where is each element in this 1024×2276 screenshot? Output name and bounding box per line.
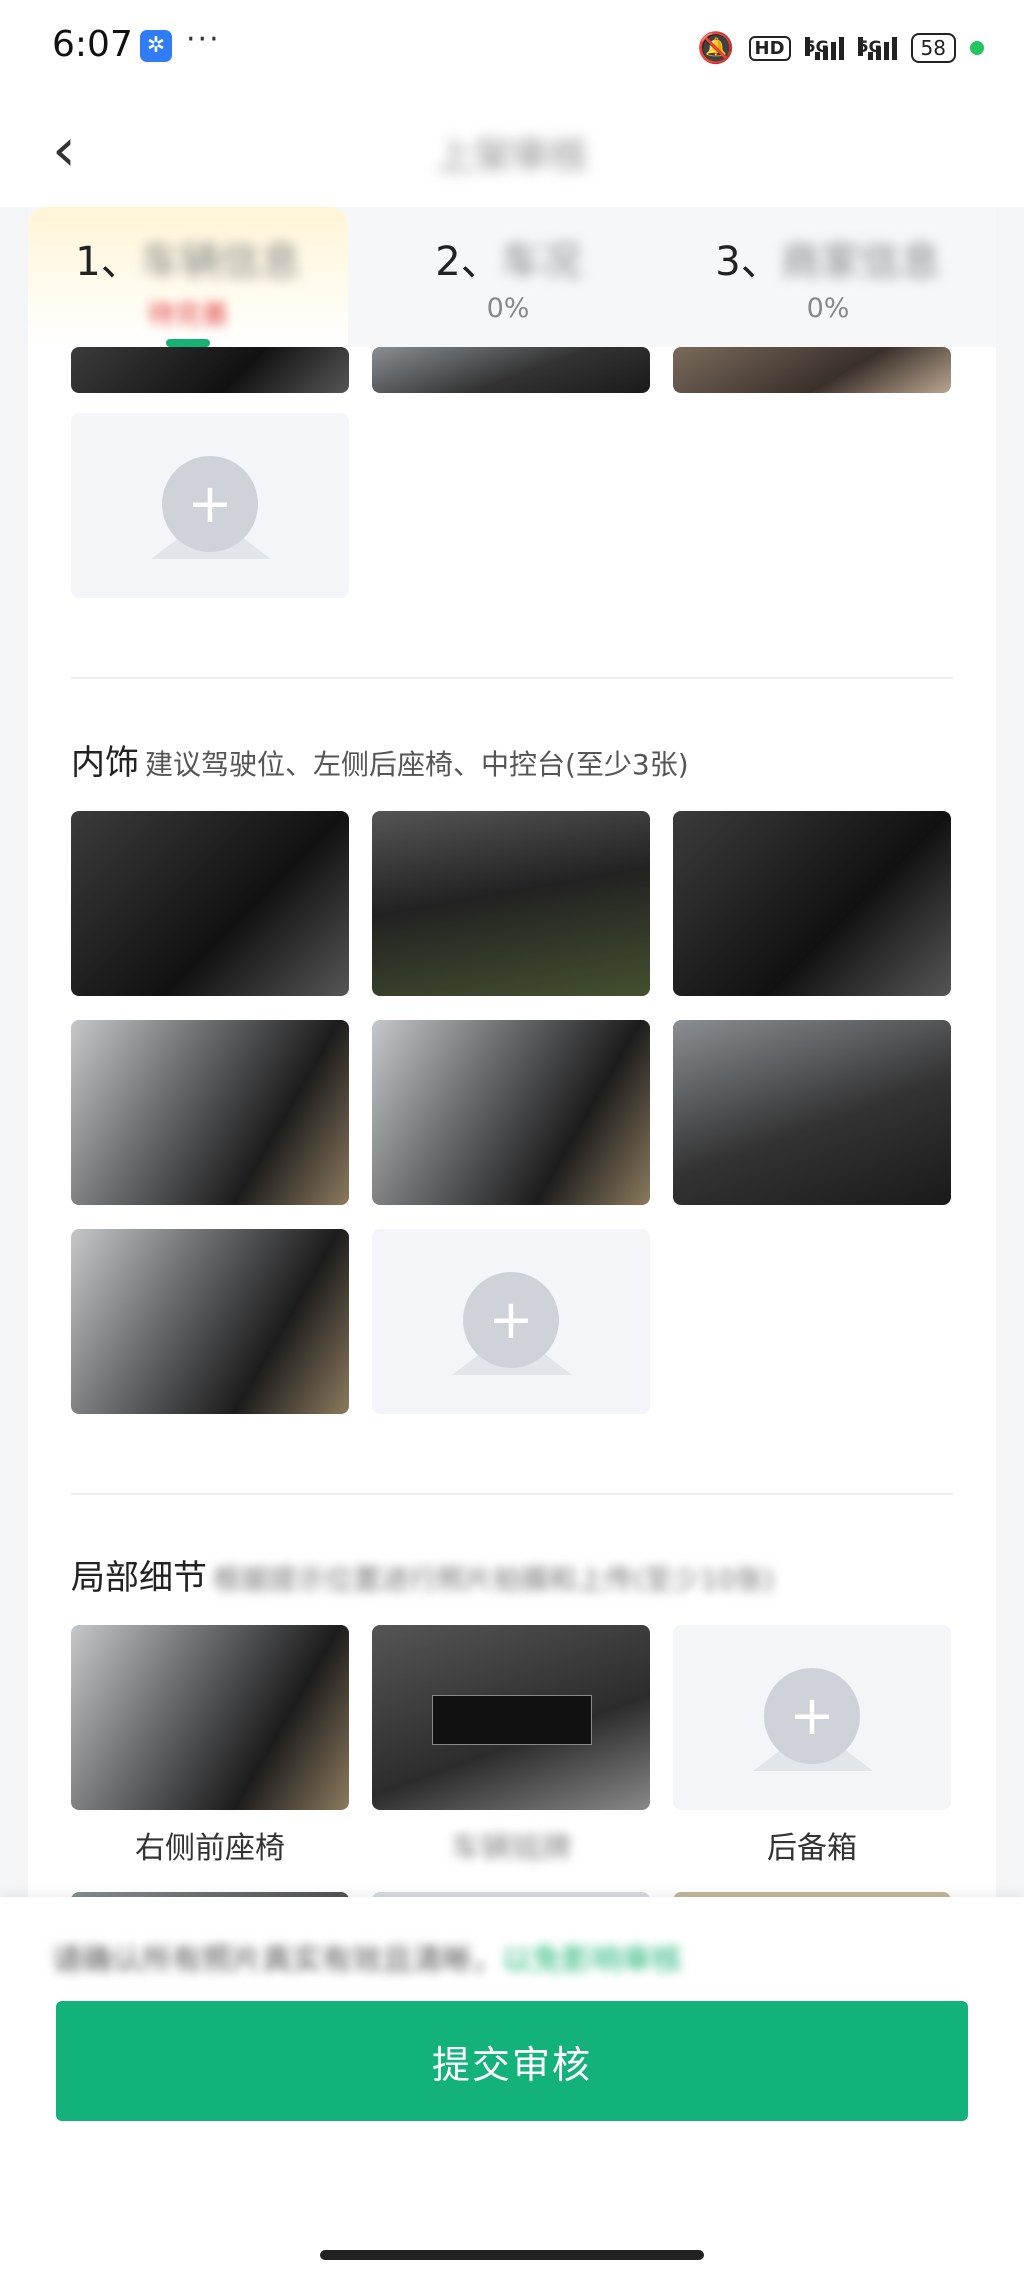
section-title-details: 局部细节 根据提示位置进行照片拍摄和上传(至少10张) <box>71 1558 775 1598</box>
detail-photo-nameplate[interactable] <box>372 1625 650 1810</box>
plus-icon: + <box>463 1272 559 1368</box>
interior-photo-seat[interactable] <box>71 1020 349 1205</box>
exterior-photo[interactable] <box>372 347 650 393</box>
hd-icon: HD <box>748 35 791 61</box>
mute-icon: 🔕 <box>697 30 735 66</box>
interior-photo-seat[interactable] <box>372 1020 650 1205</box>
app-notification-icon: ✲ <box>140 30 172 62</box>
photo-caption: 右侧前座椅 <box>135 1831 285 1866</box>
tab-progress: 0% <box>806 293 850 324</box>
interior-photo-steering[interactable] <box>71 811 349 996</box>
submit-review-button[interactable]: 提交审核 <box>56 2001 968 2121</box>
battery-icon: 58 <box>910 33 956 63</box>
interior-photo-seat[interactable] <box>71 1229 349 1414</box>
photo-caption: 后备箱 <box>767 1831 857 1866</box>
interior-photo-console[interactable] <box>372 811 650 996</box>
main-content[interactable]: 1、车辆信息 待完善 2、车况 0% 3、商家信息 0% + 内饰 建议驾驶位、左… <box>28 207 996 1907</box>
exterior-photo[interactable] <box>71 347 349 393</box>
detail-photo-right-front-seat[interactable] <box>71 1625 349 1810</box>
plus-icon: + <box>764 1668 860 1764</box>
indicator-dot <box>970 41 984 55</box>
tab-status: 待完善 <box>147 300 229 331</box>
add-photo-button[interactable]: + <box>71 413 349 598</box>
interior-photo-rear-seat[interactable] <box>673 1020 951 1205</box>
exterior-photo[interactable] <box>673 347 951 393</box>
vin-label-image <box>432 1695 592 1745</box>
divider <box>71 1493 953 1495</box>
plus-icon: + <box>162 456 258 552</box>
tab-vehicle-info[interactable]: 1、车辆信息 待完善 <box>28 207 348 347</box>
footer-bar: 请确认所有照片真实有效且清晰，以免影响审核 提交审核 <box>0 1897 1024 2276</box>
divider <box>71 677 953 679</box>
tab-condition[interactable]: 2、车况 0% <box>348 207 668 347</box>
step-tabs: 1、车辆信息 待完善 2、车况 0% 3、商家信息 0% <box>28 207 996 347</box>
page-title: 上架审核 <box>435 134 588 178</box>
home-indicator[interactable] <box>320 2250 704 2260</box>
signal-icon-2: 5G <box>857 36 897 60</box>
tab-active-indicator <box>166 339 210 347</box>
more-notifications-icon: ··· <box>186 22 221 57</box>
status-bar: 6:07 ✲ ··· 🔕 HD 5G 5G 58 <box>0 0 1024 95</box>
tab-progress: 0% <box>486 293 530 324</box>
add-photo-button[interactable]: + <box>372 1229 650 1414</box>
submit-notice: 请确认所有照片真实有效且清晰，以免影响审核 <box>52 1943 682 1978</box>
interior-photo-gearshift[interactable] <box>673 811 951 996</box>
tab-merchant-info[interactable]: 3、商家信息 0% <box>668 207 988 347</box>
status-time: 6:07 <box>52 24 133 65</box>
signal-icon: 5G <box>804 36 844 60</box>
photo-caption: 车辆铭牌 <box>451 1831 571 1866</box>
add-photo-button-trunk[interactable]: + <box>673 1625 951 1810</box>
status-icons: 🔕 HD 5G 5G 58 <box>697 28 984 68</box>
section-title-interior: 内饰 建议驾驶位、左侧后座椅、中控台(至少3张) <box>71 743 689 783</box>
nav-header: ‹ 上架审核 <box>0 95 1024 207</box>
